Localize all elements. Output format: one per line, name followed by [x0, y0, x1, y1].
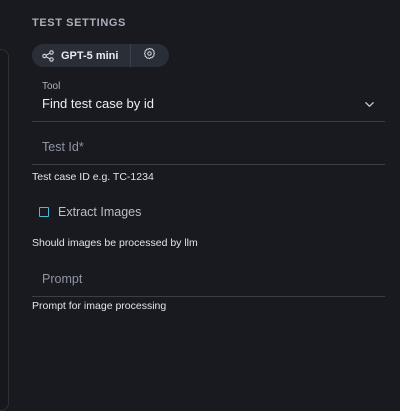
model-settings-button[interactable]	[131, 44, 167, 67]
test-id-helper-text: Test case ID e.g. TC-1234	[32, 171, 154, 183]
tool-select[interactable]: Tool Find test case by id	[32, 78, 385, 122]
model-selector-chip: GPT-5 mini	[32, 44, 169, 67]
chevron-down-icon	[364, 97, 375, 115]
model-name: GPT-5 mini	[61, 49, 119, 62]
prompt-input[interactable]: Prompt	[32, 264, 385, 297]
extract-images-label: Extract Images	[58, 205, 142, 219]
section-title: TEST SETTINGS	[32, 17, 126, 29]
extract-images-helper-text: Should images be processed by llm	[32, 237, 198, 249]
extract-images-checkbox-row[interactable]: Extract Images	[39, 205, 141, 219]
prompt-helper-text: Prompt for image processing	[32, 300, 167, 312]
connection-nodes-icon	[42, 49, 54, 62]
extract-images-checkbox[interactable]	[39, 207, 49, 217]
tool-value: Find test case by id	[42, 96, 154, 111]
required-mark: *	[78, 140, 84, 154]
left-panel-edge	[0, 49, 9, 411]
prompt-placeholder: Prompt	[42, 272, 83, 286]
model-select-button[interactable]: GPT-5 mini	[32, 44, 128, 67]
test-id-placeholder: Test Id*	[42, 140, 84, 154]
test-id-placeholder-text: Test Id	[42, 140, 79, 154]
tool-caption: Tool	[42, 81, 61, 92]
gear-icon	[143, 47, 156, 65]
test-id-input[interactable]: Test Id*	[32, 132, 385, 165]
